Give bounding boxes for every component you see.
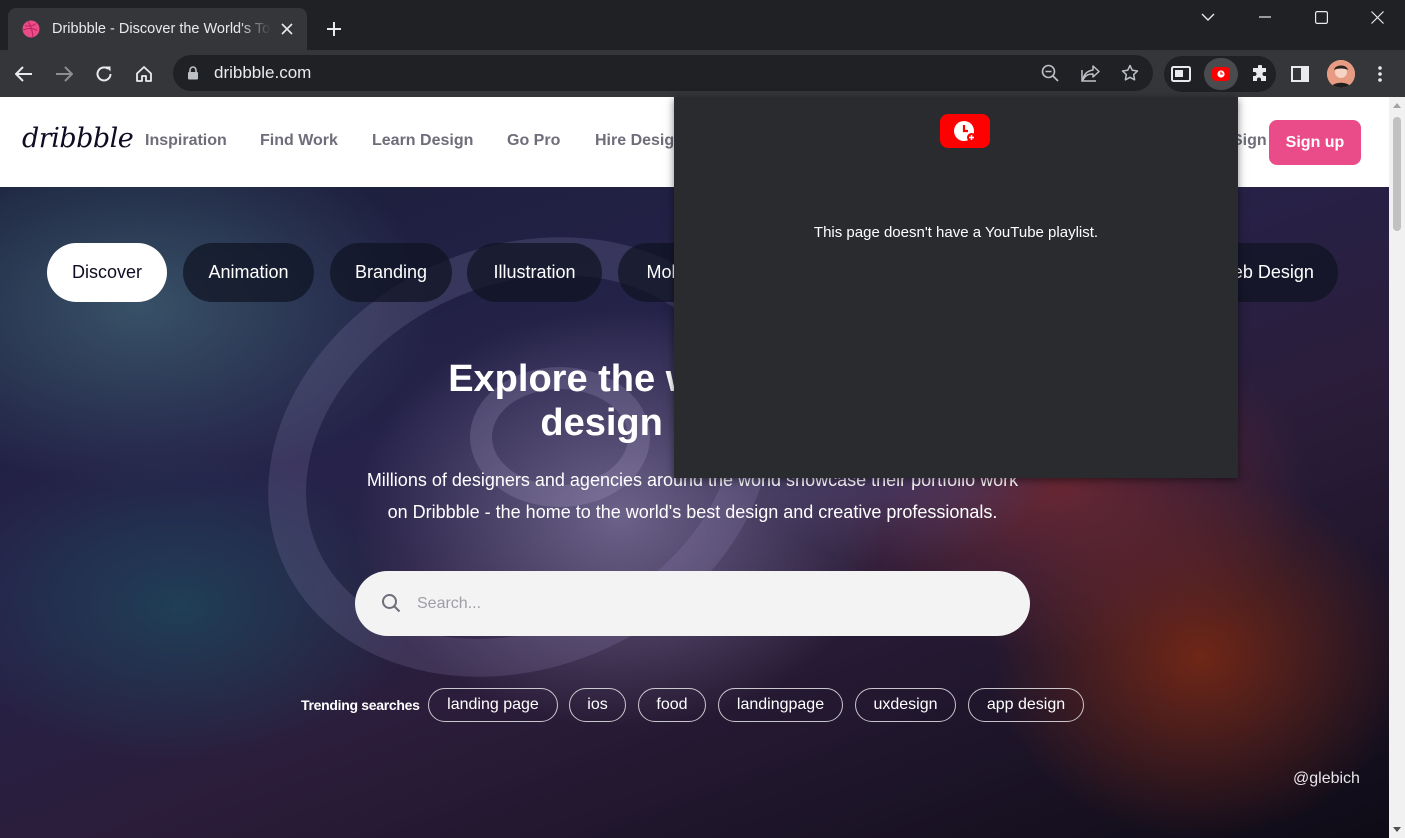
- reload-icon[interactable]: [88, 58, 120, 90]
- nav-go-pro[interactable]: Go Pro: [507, 132, 560, 150]
- tab-title: Dribbble - Discover the World's Top Desi…: [52, 21, 271, 37]
- trending-tag[interactable]: landingpage: [718, 688, 843, 722]
- close-icon[interactable]: [277, 19, 297, 39]
- tab-dribbble[interactable]: Dribbble - Discover the World's Top Desi…: [8, 8, 307, 50]
- tab-strip: Dribbble - Discover the World's Top Desi…: [0, 0, 1405, 50]
- popup-message: This page doesn't have a YouTube playlis…: [813, 224, 1099, 241]
- category-discover[interactable]: Discover: [47, 243, 167, 302]
- search-bar[interactable]: [355, 571, 1030, 636]
- plus-icon[interactable]: [322, 17, 346, 41]
- category-animation[interactable]: Animation: [183, 243, 314, 302]
- nav-find-work[interactable]: Find Work: [260, 132, 338, 150]
- youtube-extension-icon[interactable]: [1204, 58, 1238, 90]
- youtube-playlist-logo-icon: [940, 114, 990, 148]
- trending-tag[interactable]: uxdesign: [855, 688, 956, 722]
- search-icon: [382, 594, 401, 613]
- maximize-icon[interactable]: [1293, 0, 1349, 34]
- star-icon[interactable]: [1116, 59, 1144, 87]
- trending-label: Trending searches: [301, 697, 420, 713]
- dribbble-logo[interactable]: dribbble: [22, 123, 134, 154]
- scroll-thumb[interactable]: [1393, 117, 1401, 231]
- browser-toolbar: dribbble.com: [0, 50, 1405, 97]
- lock-icon[interactable]: [187, 66, 199, 80]
- forward-icon[interactable]: [48, 58, 80, 90]
- hero-subtitle-line2: on Dribbble - the home to the world's be…: [387, 502, 998, 522]
- zoom-out-icon[interactable]: [1036, 59, 1064, 87]
- scroll-down-icon[interactable]: [1393, 827, 1401, 832]
- minimize-icon[interactable]: [1237, 0, 1293, 34]
- avatar[interactable]: [1327, 60, 1355, 88]
- home-icon[interactable]: [128, 58, 160, 90]
- search-input[interactable]: [417, 571, 1007, 636]
- side-panel-icon[interactable]: [1284, 58, 1316, 90]
- picture-in-picture-icon[interactable]: [1165, 58, 1197, 90]
- nav-inspiration[interactable]: Inspiration: [145, 132, 227, 150]
- back-icon[interactable]: [8, 58, 40, 90]
- dribbble-favicon-icon: [22, 20, 40, 38]
- sign-up-button[interactable]: Sign up: [1269, 120, 1361, 165]
- trending-tag[interactable]: app design: [968, 688, 1084, 722]
- artwork-credit-link[interactable]: @glebich: [1293, 770, 1360, 788]
- close-window-icon[interactable]: [1349, 0, 1405, 34]
- category-branding[interactable]: Branding: [330, 243, 452, 302]
- kebab-menu-icon[interactable]: [1364, 58, 1396, 90]
- trending-tag[interactable]: food: [638, 688, 706, 722]
- address-bar[interactable]: dribbble.com: [173, 55, 1153, 91]
- puzzle-icon[interactable]: [1244, 58, 1276, 90]
- chevron-down-icon[interactable]: [1180, 0, 1236, 34]
- scroll-up-icon[interactable]: [1393, 103, 1401, 108]
- extension-popup: This page doesn't have a YouTube playlis…: [674, 97, 1238, 478]
- category-illustration[interactable]: Illustration: [467, 243, 602, 302]
- nav-learn-design[interactable]: Learn Design: [372, 132, 473, 150]
- trending-tag[interactable]: landing page: [428, 688, 558, 722]
- share-icon[interactable]: [1076, 59, 1104, 87]
- page-scrollbar[interactable]: [1389, 97, 1405, 838]
- trending-tag[interactable]: ios: [569, 688, 626, 722]
- url-text[interactable]: dribbble.com: [214, 63, 311, 83]
